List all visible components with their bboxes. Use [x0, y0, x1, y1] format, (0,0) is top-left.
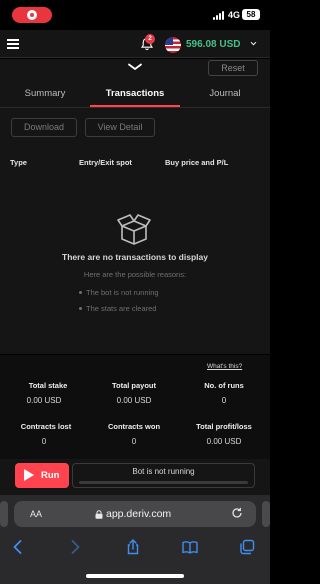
view-detail-button[interactable]: View Detail	[85, 118, 155, 137]
notification-badge: 2	[145, 34, 155, 44]
url-field[interactable]: AA app.deriv.com	[14, 501, 256, 527]
app-header: 2 596.08 USD	[0, 30, 270, 58]
stat-label-total-stake: Total stake	[28, 381, 68, 390]
stat-label-total-payout: Total payout	[111, 381, 157, 390]
stat-label-contracts-lost: Contracts lost	[20, 422, 72, 431]
stat-label-total-profit-loss: Total profit/loss	[196, 422, 252, 431]
collapse-chevron-icon[interactable]	[127, 63, 143, 71]
stat-value-contracts-lost: 0	[41, 437, 47, 446]
stat-value-total-stake: 0.00 USD	[26, 396, 62, 405]
browser-address-bar: AA app.deriv.com	[0, 495, 270, 531]
tab-journal[interactable]: Journal	[180, 88, 270, 99]
play-icon	[24, 469, 34, 481]
text-size-button[interactable]: AA	[30, 509, 42, 519]
account-balance[interactable]: 596.08 USD	[186, 39, 240, 50]
bookmarks-icon[interactable]	[182, 539, 198, 555]
stat-value-total-payout: 0.00 USD	[116, 396, 152, 405]
empty-box-icon	[117, 214, 151, 245]
reload-icon[interactable]	[231, 507, 243, 519]
column-header-entry-exit: Entry/Exit spot	[79, 158, 132, 167]
network-type: 4G	[228, 10, 241, 20]
stat-value-runs: 0	[221, 396, 227, 405]
menu-icon[interactable]	[7, 39, 19, 49]
bot-progress-track	[79, 481, 248, 484]
browser-toolbar	[0, 531, 270, 584]
run-bar: Run Bot is not running	[0, 459, 270, 495]
next-tab-edge[interactable]	[262, 501, 270, 527]
column-header-type: Type	[10, 158, 27, 167]
tab-transactions[interactable]: Transactions	[90, 88, 180, 99]
empty-state-title: There are no transactions to display	[62, 252, 208, 262]
record-icon	[27, 10, 37, 20]
screen-recording-indicator[interactable]	[12, 7, 52, 23]
reset-button[interactable]: Reset	[208, 60, 258, 76]
share-icon[interactable]	[125, 539, 141, 555]
bot-status-box: Bot is not running	[72, 463, 255, 488]
home-indicator[interactable]	[86, 574, 184, 578]
empty-state-subtitle: Here are the possible reasons:	[83, 270, 187, 279]
whats-this-link[interactable]: What's this?	[207, 363, 242, 370]
battery-icon: 58	[242, 9, 260, 20]
stat-value-contracts-won: 0	[131, 437, 137, 446]
back-icon[interactable]	[10, 539, 26, 555]
empty-reason-item: The bot is not running	[79, 288, 159, 297]
forward-icon[interactable]	[67, 539, 83, 555]
ios-status-bar: 4G 58	[0, 0, 270, 30]
transactions-panel: Download View Detail Type Entry/Exit spo…	[0, 108, 270, 354]
chevron-down-icon[interactable]	[250, 40, 257, 47]
download-button[interactable]: Download	[11, 118, 77, 137]
tabs-icon[interactable]	[239, 539, 255, 555]
stat-value-total-profit-loss: 0.00 USD	[206, 437, 242, 446]
run-panel-tabs: Summary Transactions Journal	[0, 80, 270, 108]
previous-tab-edge[interactable]	[0, 501, 8, 527]
bot-status-text: Bot is not running	[132, 467, 195, 476]
stats-panel: What's this? Total stake 0.00 USD Total …	[0, 355, 270, 459]
column-header-buy-price-pl: Buy price and P/L	[165, 158, 229, 167]
run-button-label: Run	[41, 470, 60, 481]
stat-label-contracts-won: Contracts won	[107, 422, 161, 431]
empty-reason-item: The stats are cleared	[78, 304, 157, 313]
drawer-toolbar: Reset	[0, 59, 270, 80]
active-tab-indicator	[90, 105, 180, 107]
tab-summary[interactable]: Summary	[0, 88, 90, 99]
us-flag-icon[interactable]	[165, 37, 181, 53]
url-text: app.deriv.com	[106, 508, 172, 520]
run-button[interactable]: Run	[15, 463, 69, 488]
lock-icon	[95, 510, 103, 519]
signal-icon	[213, 11, 225, 20]
stat-label-runs: No. of runs	[204, 381, 244, 390]
